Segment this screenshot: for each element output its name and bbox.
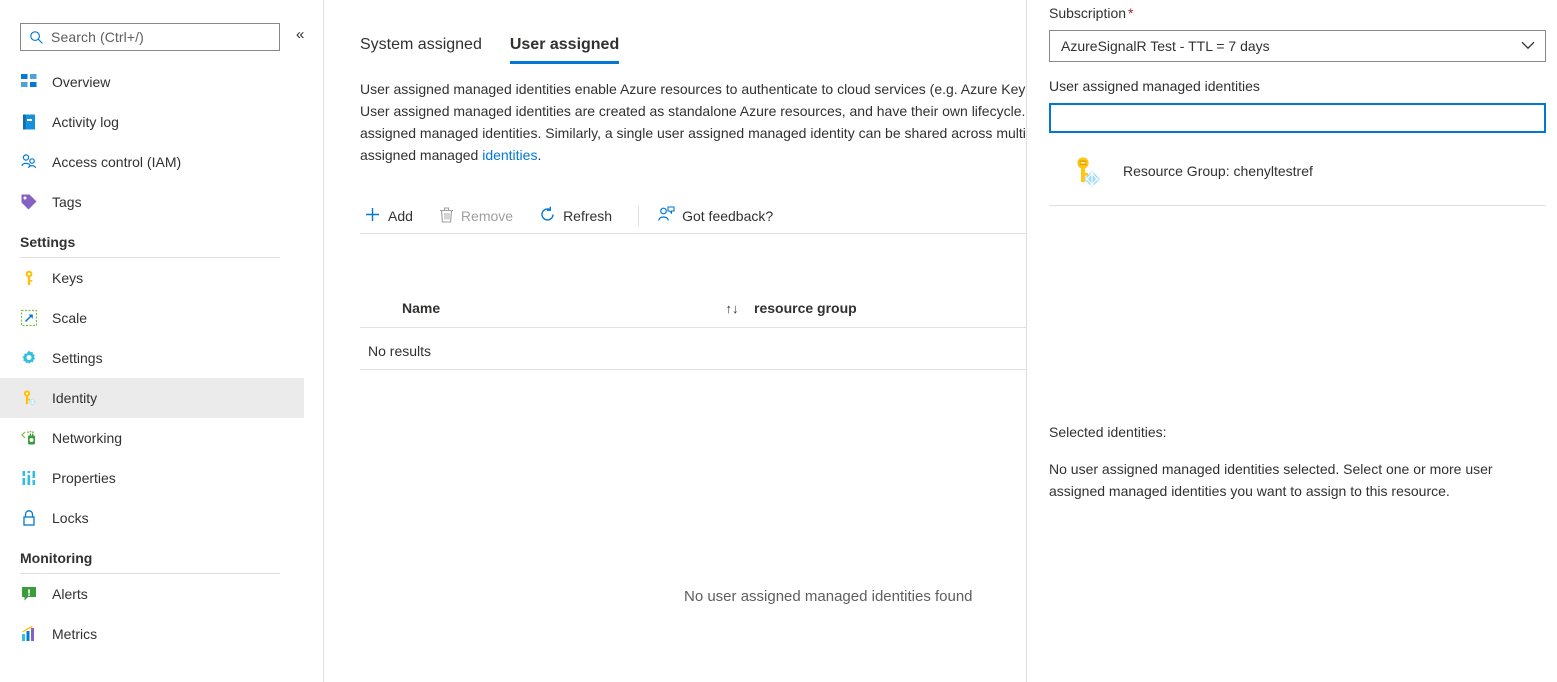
tab-user-assigned[interactable]: User assigned xyxy=(510,36,619,64)
properties-bars-icon xyxy=(20,468,42,488)
sidebar-item-tags[interactable]: Tags xyxy=(0,182,304,222)
main-content: System assigned User assigned User assig… xyxy=(324,0,1026,682)
sidebar-item-access-control[interactable]: Access control (IAM) xyxy=(0,142,304,182)
search-placeholder-text: Search (Ctrl+/) xyxy=(51,29,144,45)
description-paragraph: User assigned managed identities enable … xyxy=(360,78,1026,166)
sort-icon[interactable]: ↑↓ xyxy=(710,301,754,316)
sidebar-nav-list: Overview Activity log xyxy=(0,62,304,654)
subscription-label-text: Subscription xyxy=(1049,5,1126,21)
overview-grid-icon xyxy=(20,72,42,92)
gear-icon xyxy=(20,348,42,368)
search-icon xyxy=(29,30,44,45)
user-assigned-identities-field: User assigned managed identities xyxy=(1049,78,1546,133)
sidebar-item-overview[interactable]: Overview xyxy=(0,62,304,102)
feedback-person-icon xyxy=(657,206,675,226)
key-icon xyxy=(20,268,42,288)
identity-key-icon xyxy=(20,388,42,408)
alerts-icon xyxy=(20,584,42,604)
sidebar-item-label: Locks xyxy=(52,510,89,526)
identity-toolbar: Add Remove xyxy=(360,200,795,232)
sidebar-item-label: Scale xyxy=(52,310,87,326)
sidebar-item-label: Identity xyxy=(52,390,97,406)
sidebar-item-label: Keys xyxy=(52,270,83,286)
trash-icon xyxy=(439,207,454,226)
learn-more-link[interactable]: identities xyxy=(482,147,537,163)
column-header-name[interactable]: Name xyxy=(360,300,710,316)
sidebar-group-settings: Settings xyxy=(0,234,304,258)
networking-icon xyxy=(20,428,42,448)
refresh-button[interactable]: Refresh xyxy=(535,202,622,230)
sidebar-item-label: Alerts xyxy=(52,586,88,602)
sidebar-item-networking[interactable]: Networking xyxy=(0,418,304,458)
sidebar-item-identity[interactable]: Identity xyxy=(0,378,304,418)
sidebar-item-activity-log[interactable]: Activity log xyxy=(0,102,304,142)
identity-result-group-header[interactable]: Resource Group: chenyltestref xyxy=(1049,145,1546,197)
divider xyxy=(360,327,1026,328)
toolbar-divider-rule xyxy=(360,233,1026,234)
sidebar-item-label: Access control (IAM) xyxy=(52,154,181,170)
identities-table-header: Name ↑↓ resource group xyxy=(360,290,1026,326)
tag-icon xyxy=(20,192,42,212)
collapse-sidebar-icon[interactable]: « xyxy=(296,27,304,42)
sidebar-item-settings[interactable]: Settings xyxy=(0,338,304,378)
sidebar-item-keys[interactable]: Keys xyxy=(0,258,304,298)
column-header-resource-group[interactable]: resource group xyxy=(754,300,857,316)
remove-button[interactable]: Remove xyxy=(435,203,523,230)
sidebar-item-properties[interactable]: Properties xyxy=(0,458,304,498)
add-user-assigned-identity-panel: Subscription* AzureSignalR Test - TTL = … xyxy=(1026,0,1557,682)
sidebar-search-row: Search (Ctrl+/) xyxy=(20,23,280,51)
tab-system-assigned[interactable]: System assigned xyxy=(360,36,482,64)
plus-icon xyxy=(364,206,381,226)
identity-result-label: Resource Group: chenyltestref xyxy=(1123,163,1313,179)
toolbar-divider xyxy=(638,206,639,226)
sidebar-item-label: Tags xyxy=(52,194,82,210)
refresh-icon xyxy=(539,206,556,226)
got-feedback-button[interactable]: Got feedback? xyxy=(653,202,783,230)
scale-arrow-icon xyxy=(20,308,42,328)
description-suffix: . xyxy=(537,147,541,163)
sidebar-group-title: Settings xyxy=(20,234,280,250)
subscription-label: Subscription* xyxy=(1049,5,1546,21)
got-feedback-label: Got feedback? xyxy=(682,208,773,224)
add-button[interactable]: Add xyxy=(360,202,423,230)
sidebar-item-alerts[interactable]: Alerts xyxy=(0,574,304,614)
selected-identities-title: Selected identities: xyxy=(1049,424,1167,440)
sidebar-group-monitoring: Monitoring xyxy=(0,550,304,574)
sidebar-item-label: Overview xyxy=(52,74,110,90)
refresh-button-label: Refresh xyxy=(563,208,612,224)
resource-menu-sidebar: Search (Ctrl+/) « Overview xyxy=(0,0,304,682)
identity-key-icon xyxy=(1065,155,1109,187)
selected-identities-empty-message: No user assigned managed identities sele… xyxy=(1049,458,1536,502)
chevron-down-icon xyxy=(1521,40,1535,52)
identity-tabs: System assigned User assigned xyxy=(360,36,647,64)
description-text: User assigned managed identities enable … xyxy=(360,81,1026,163)
subscription-dropdown[interactable]: AzureSignalR Test - TTL = 7 days xyxy=(1049,30,1546,62)
sidebar-item-locks[interactable]: Locks xyxy=(0,498,304,538)
identity-search-input[interactable] xyxy=(1049,103,1546,133)
add-button-label: Add xyxy=(388,208,413,224)
sidebar-item-label: Activity log xyxy=(52,114,119,130)
empty-state-message: No user assigned managed identities foun… xyxy=(684,588,1026,605)
remove-button-label: Remove xyxy=(461,208,513,224)
sidebar-item-scale[interactable]: Scale xyxy=(0,298,304,338)
required-asterisk: * xyxy=(1128,5,1133,21)
activity-log-icon xyxy=(20,112,42,132)
access-control-people-icon xyxy=(20,152,42,172)
sidebar-item-label: Networking xyxy=(52,430,122,446)
sidebar-item-label: Properties xyxy=(52,470,116,486)
sidebar-item-label: Settings xyxy=(52,350,103,366)
sidebar-item-label: Metrics xyxy=(52,626,97,642)
table-row-no-results: No results xyxy=(360,333,1026,368)
user-assigned-identities-label: User assigned managed identities xyxy=(1049,78,1546,94)
divider xyxy=(1049,205,1546,206)
subscription-selected-value: AzureSignalR Test - TTL = 7 days xyxy=(1061,38,1270,54)
search-input[interactable]: Search (Ctrl+/) xyxy=(20,23,280,51)
sidebar-group-title: Monitoring xyxy=(20,550,280,566)
subscription-field: Subscription* AzureSignalR Test - TTL = … xyxy=(1049,5,1546,62)
metrics-chart-icon xyxy=(20,624,42,644)
lock-icon xyxy=(20,508,42,528)
divider xyxy=(360,369,1026,370)
sidebar-item-metrics[interactable]: Metrics xyxy=(0,614,304,654)
azure-portal-identity-page: Search (Ctrl+/) « Overview xyxy=(0,0,1557,682)
